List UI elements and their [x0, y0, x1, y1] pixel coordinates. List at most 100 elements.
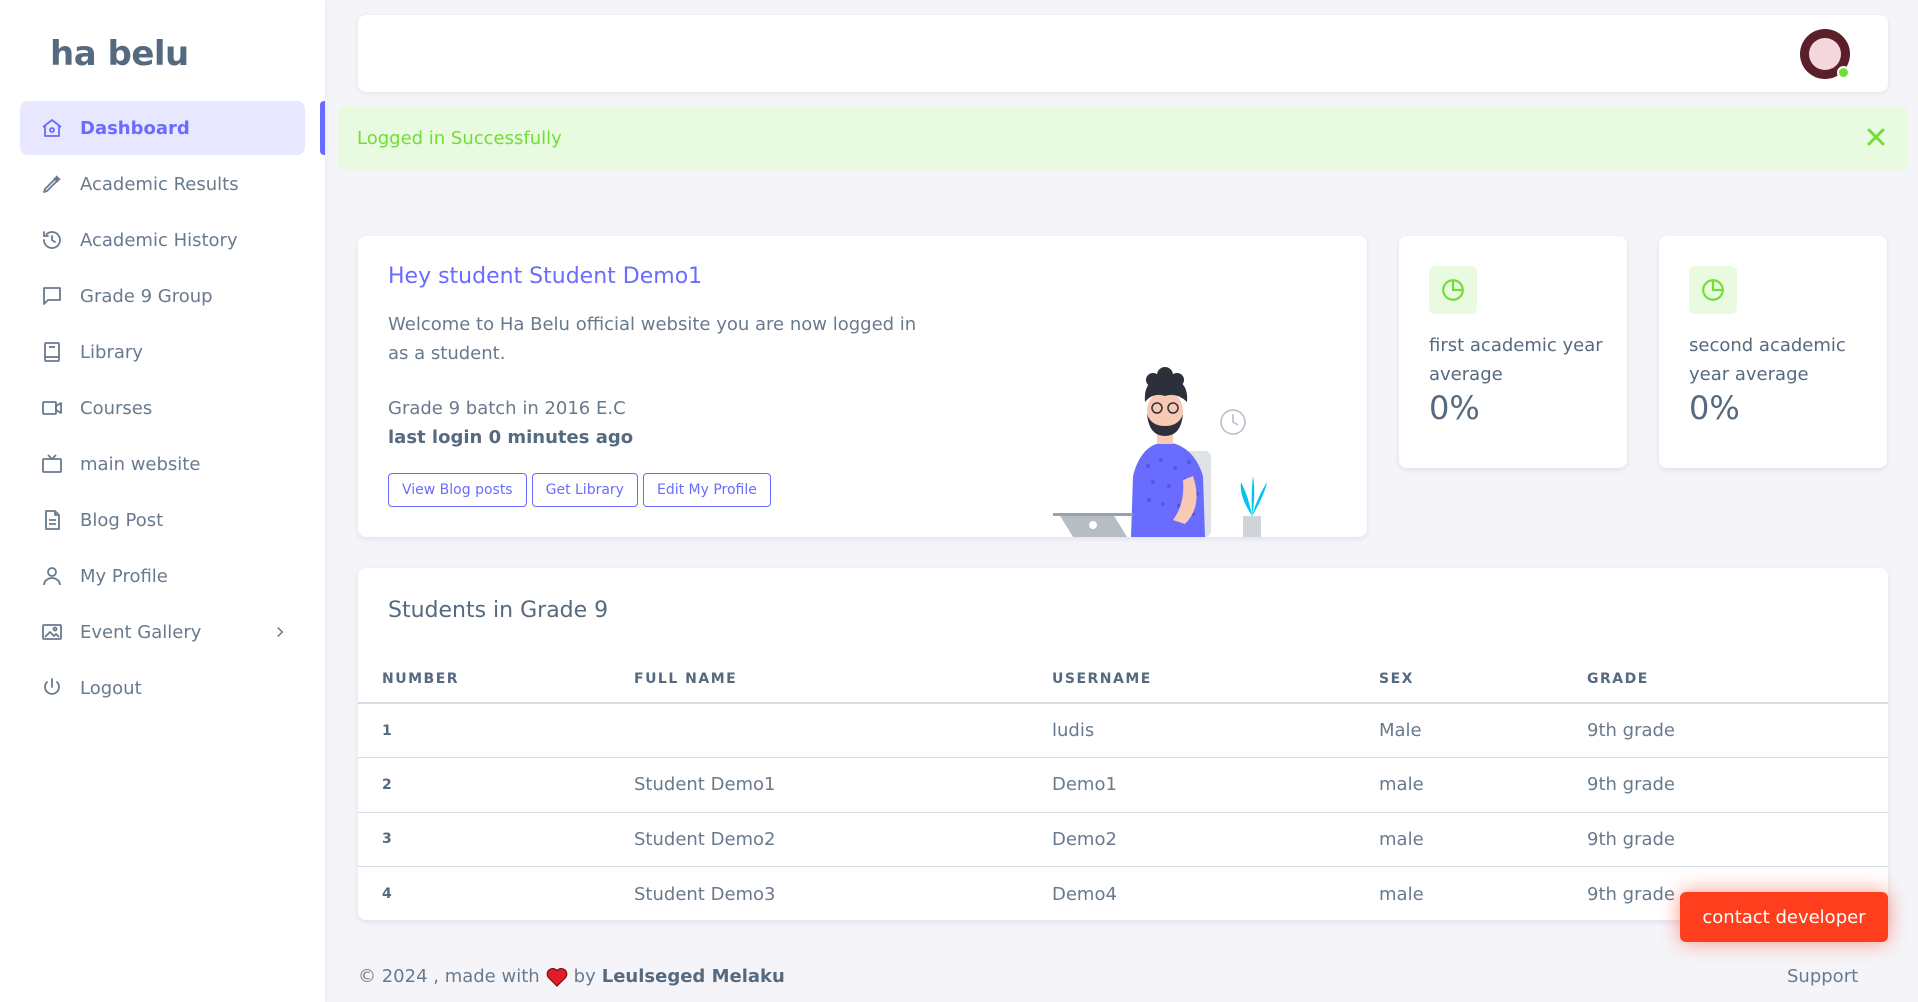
stat-value: 0% — [1689, 389, 1740, 427]
brand-logo[interactable]: ha belu — [50, 34, 189, 74]
cell-sex: Male — [1379, 703, 1587, 758]
top-navbar — [358, 15, 1888, 92]
table-header-row: NUMBER FULL NAME USERNAME SEX GRADE — [358, 656, 1888, 704]
students-table-card: Students in Grade 9 NUMBER FULL NAME USE… — [358, 568, 1888, 920]
pen-icon — [40, 172, 64, 196]
sidebar-item-main-website[interactable]: main website — [20, 437, 305, 491]
footer-by: by — [573, 966, 596, 987]
sidebar-item-my-profile[interactable]: My Profile — [20, 549, 305, 603]
pie-chart-icon — [1429, 266, 1477, 314]
column-header-number: NUMBER — [358, 656, 634, 704]
cell-number: 1 — [358, 703, 634, 758]
chat-icon — [40, 284, 64, 308]
chevron-right-icon — [277, 626, 284, 638]
cell-sex: male — [1379, 812, 1587, 867]
cell-username: Demo4 — [1052, 883, 1117, 905]
cell-username: Demo2 — [1052, 812, 1379, 867]
table-row: 4 Student Demo3 Demo4 male 9th grade — [358, 867, 1888, 922]
cell-sex: male — [1379, 883, 1424, 905]
stat-label: second academic year average — [1689, 335, 1846, 385]
contact-developer-button[interactable]: contact developer — [1680, 892, 1888, 942]
sidebar-item-courses[interactable]: Courses — [20, 381, 305, 435]
stat-label: first academic year average — [1429, 335, 1603, 385]
column-header-full-name: FULL NAME — [634, 656, 1052, 704]
power-icon — [40, 676, 64, 700]
history-icon — [40, 228, 64, 252]
welcome-actions: View Blog posts Get Library Edit My Prof… — [388, 473, 771, 507]
batch-info: Grade 9 batch in 2016 E.C — [388, 398, 626, 419]
sidebar-item-blog-post[interactable]: Blog Post — [20, 493, 305, 547]
sidebar-item-dashboard[interactable]: Dashboard — [20, 101, 305, 155]
sidebar-item-library[interactable]: Library — [20, 325, 305, 379]
stat-value: 0% — [1429, 389, 1480, 427]
sidebar-menu: Dashboard Academic Results Academic Hist… — [20, 101, 305, 717]
column-header-sex: SEX — [1379, 656, 1587, 704]
avatar[interactable] — [1800, 29, 1850, 79]
cell-grade: 9th grade — [1587, 757, 1888, 813]
students-table: NUMBER FULL NAME USERNAME SEX GRADE 1 lu… — [358, 656, 1888, 921]
table-row: 1 ludis Male 9th grade — [358, 703, 1888, 758]
sidebar-item-label: My Profile — [80, 565, 168, 587]
sidebar-item-label: Blog Post — [80, 509, 164, 531]
table-row: 2 Student Demo1 Demo1 male 9th grade — [358, 757, 1888, 813]
user-icon — [40, 564, 64, 588]
view-blog-posts-button[interactable]: View Blog posts — [388, 473, 527, 507]
alert-text: Logged in Successfully — [357, 127, 562, 149]
cell-username: Demo1 — [1052, 757, 1379, 813]
cell-full-name: Student Demo3 — [634, 883, 776, 905]
sidebar-item-label: Courses — [80, 397, 153, 419]
cell-number: 3 — [358, 812, 634, 867]
close-icon[interactable] — [1862, 123, 1890, 151]
footer-author-link[interactable]: Leulseged Melaku — [602, 966, 785, 987]
cell-grade: 9th grade — [1587, 703, 1888, 758]
column-header-grade: GRADE — [1587, 656, 1888, 704]
footer-copyright: © 2024 , made with — [358, 966, 540, 987]
support-link[interactable]: Support — [1787, 966, 1858, 987]
cell-grade: 9th grade — [1587, 812, 1888, 867]
cell-sex: male — [1379, 757, 1587, 813]
footer: © 2024 , made with by Leulseged Melaku — [358, 966, 785, 987]
cell-username: ludis — [1052, 703, 1379, 758]
sidebar-item-label: Dashboard — [80, 117, 190, 139]
book-icon — [40, 340, 64, 364]
pie-chart-icon — [1689, 266, 1737, 314]
heart-icon — [546, 967, 568, 987]
active-indicator — [320, 101, 325, 155]
welcome-card: Hey student Student Demo1 Welcome to Ha … — [358, 236, 1367, 537]
table-row: 3 Student Demo2 Demo2 male 9th grade — [358, 812, 1888, 867]
welcome-text: Welcome to Ha Belu official website you … — [388, 314, 917, 364]
edit-profile-button[interactable]: Edit My Profile — [642, 473, 771, 507]
cell-number: 2 — [358, 757, 634, 813]
video-icon — [40, 396, 64, 420]
cell-full-name — [634, 703, 1052, 758]
welcome-title: Hey student Student Demo1 — [388, 264, 703, 289]
sidebar-item-academic-results[interactable]: Academic Results — [20, 157, 305, 211]
sidebar-item-logout[interactable]: Logout — [20, 661, 305, 715]
student-laptop-illustration — [1053, 367, 1267, 537]
avatar-image — [1809, 38, 1841, 70]
cell-number: 4 — [382, 886, 392, 902]
column-header-username: USERNAME — [1052, 656, 1379, 704]
sidebar-item-event-gallery[interactable]: Event Gallery — [20, 605, 305, 659]
get-library-button[interactable]: Get Library — [531, 473, 638, 507]
sidebar-item-academic-history[interactable]: Academic History — [20, 213, 305, 267]
last-login: last login 0 minutes ago — [388, 427, 634, 448]
sidebar-item-label: Event Gallery — [80, 621, 202, 643]
stat-card-first-year: first academic year average 0% — [1399, 236, 1627, 468]
sidebar-item-label: Grade 9 Group — [80, 285, 213, 307]
cell-full-name: Student Demo1 — [634, 757, 1052, 813]
sidebar-item-label: Logout — [80, 677, 142, 699]
stat-card-second-year: second academic year average 0% — [1659, 236, 1887, 468]
sidebar-item-label: Academic Results — [80, 173, 239, 195]
students-table-title: Students in Grade 9 — [388, 598, 609, 623]
tv-icon — [40, 452, 64, 476]
document-icon — [40, 508, 64, 532]
sidebar-item-grade9-group[interactable]: Grade 9 Group — [20, 269, 305, 323]
online-status-dot — [1837, 66, 1850, 79]
sidebar-item-label: Academic History — [80, 229, 238, 251]
home-icon — [40, 116, 64, 140]
sidebar-item-label: main website — [80, 453, 201, 475]
sidebar-item-label: Library — [80, 341, 143, 363]
success-alert: Logged in Successfully — [338, 106, 1908, 170]
cell-full-name: Student Demo2 — [634, 812, 1052, 867]
